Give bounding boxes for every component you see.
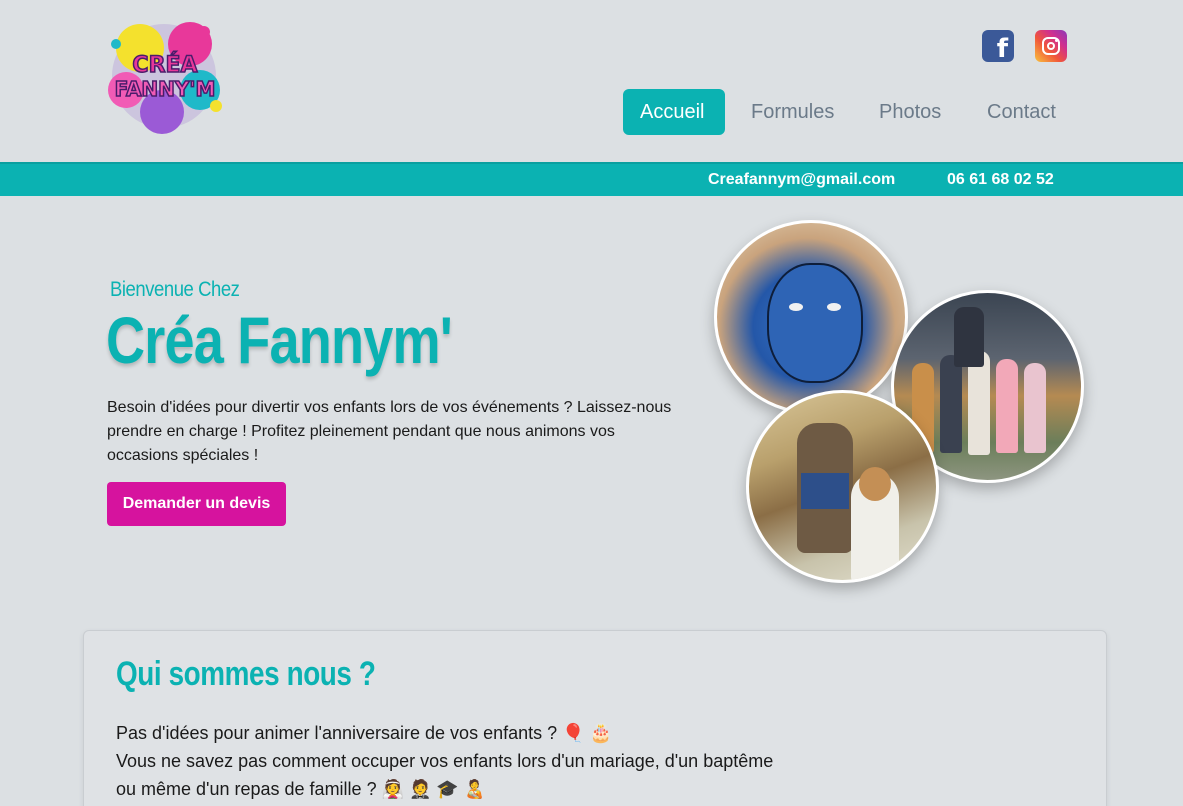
about-text: Pas d'idées pour animer l'anniversaire d… bbox=[116, 719, 856, 803]
hero-text: Besoin d'idées pour divertir vos enfants… bbox=[107, 399, 672, 464]
nav-contact[interactable]: Contact bbox=[970, 89, 1073, 135]
site-header: CRÉA FANNY'M f Accueil Formules Photos C… bbox=[0, 0, 1183, 162]
about-line: Vous ne savez pas comment occuper vos en… bbox=[116, 751, 774, 771]
hero-welcome: Bienvenue Chez bbox=[110, 278, 240, 301]
about-section: Qui sommes nous ? Pas d'idées pour anime… bbox=[83, 630, 1107, 806]
hero-title: Créa Fannym' bbox=[106, 303, 453, 377]
about-title: Qui sommes nous ? bbox=[116, 655, 376, 693]
contact-phone[interactable]: 06 61 68 02 52 bbox=[947, 171, 1054, 189]
instagram-icon[interactable] bbox=[1035, 30, 1067, 62]
contact-bar: Creafannym@gmail.com 06 61 68 02 52 bbox=[0, 162, 1183, 196]
nav-photos[interactable]: Photos bbox=[862, 89, 958, 135]
facebook-icon[interactable]: f bbox=[982, 30, 1014, 64]
svg-text:CRÉA: CRÉA bbox=[132, 52, 197, 78]
contact-email[interactable]: Creafannym@gmail.com bbox=[708, 171, 895, 189]
site-logo[interactable]: CRÉA FANNY'M bbox=[104, 14, 226, 138]
photo-mascot[interactable] bbox=[746, 390, 939, 583]
nav-accueil[interactable]: Accueil bbox=[623, 89, 725, 135]
about-line: Pas d'idées pour animer l'anniversaire d… bbox=[116, 723, 612, 743]
about-line: ou même d'un repas de famille ? 👰 🤵 🎓 🧑‍… bbox=[116, 779, 487, 799]
photo-face-painting[interactable] bbox=[714, 220, 908, 414]
svg-text:FANNY'M: FANNY'M bbox=[115, 77, 216, 101]
nav-formules[interactable]: Formules bbox=[734, 89, 851, 135]
quote-request-button[interactable]: Demander un devis bbox=[107, 482, 286, 526]
